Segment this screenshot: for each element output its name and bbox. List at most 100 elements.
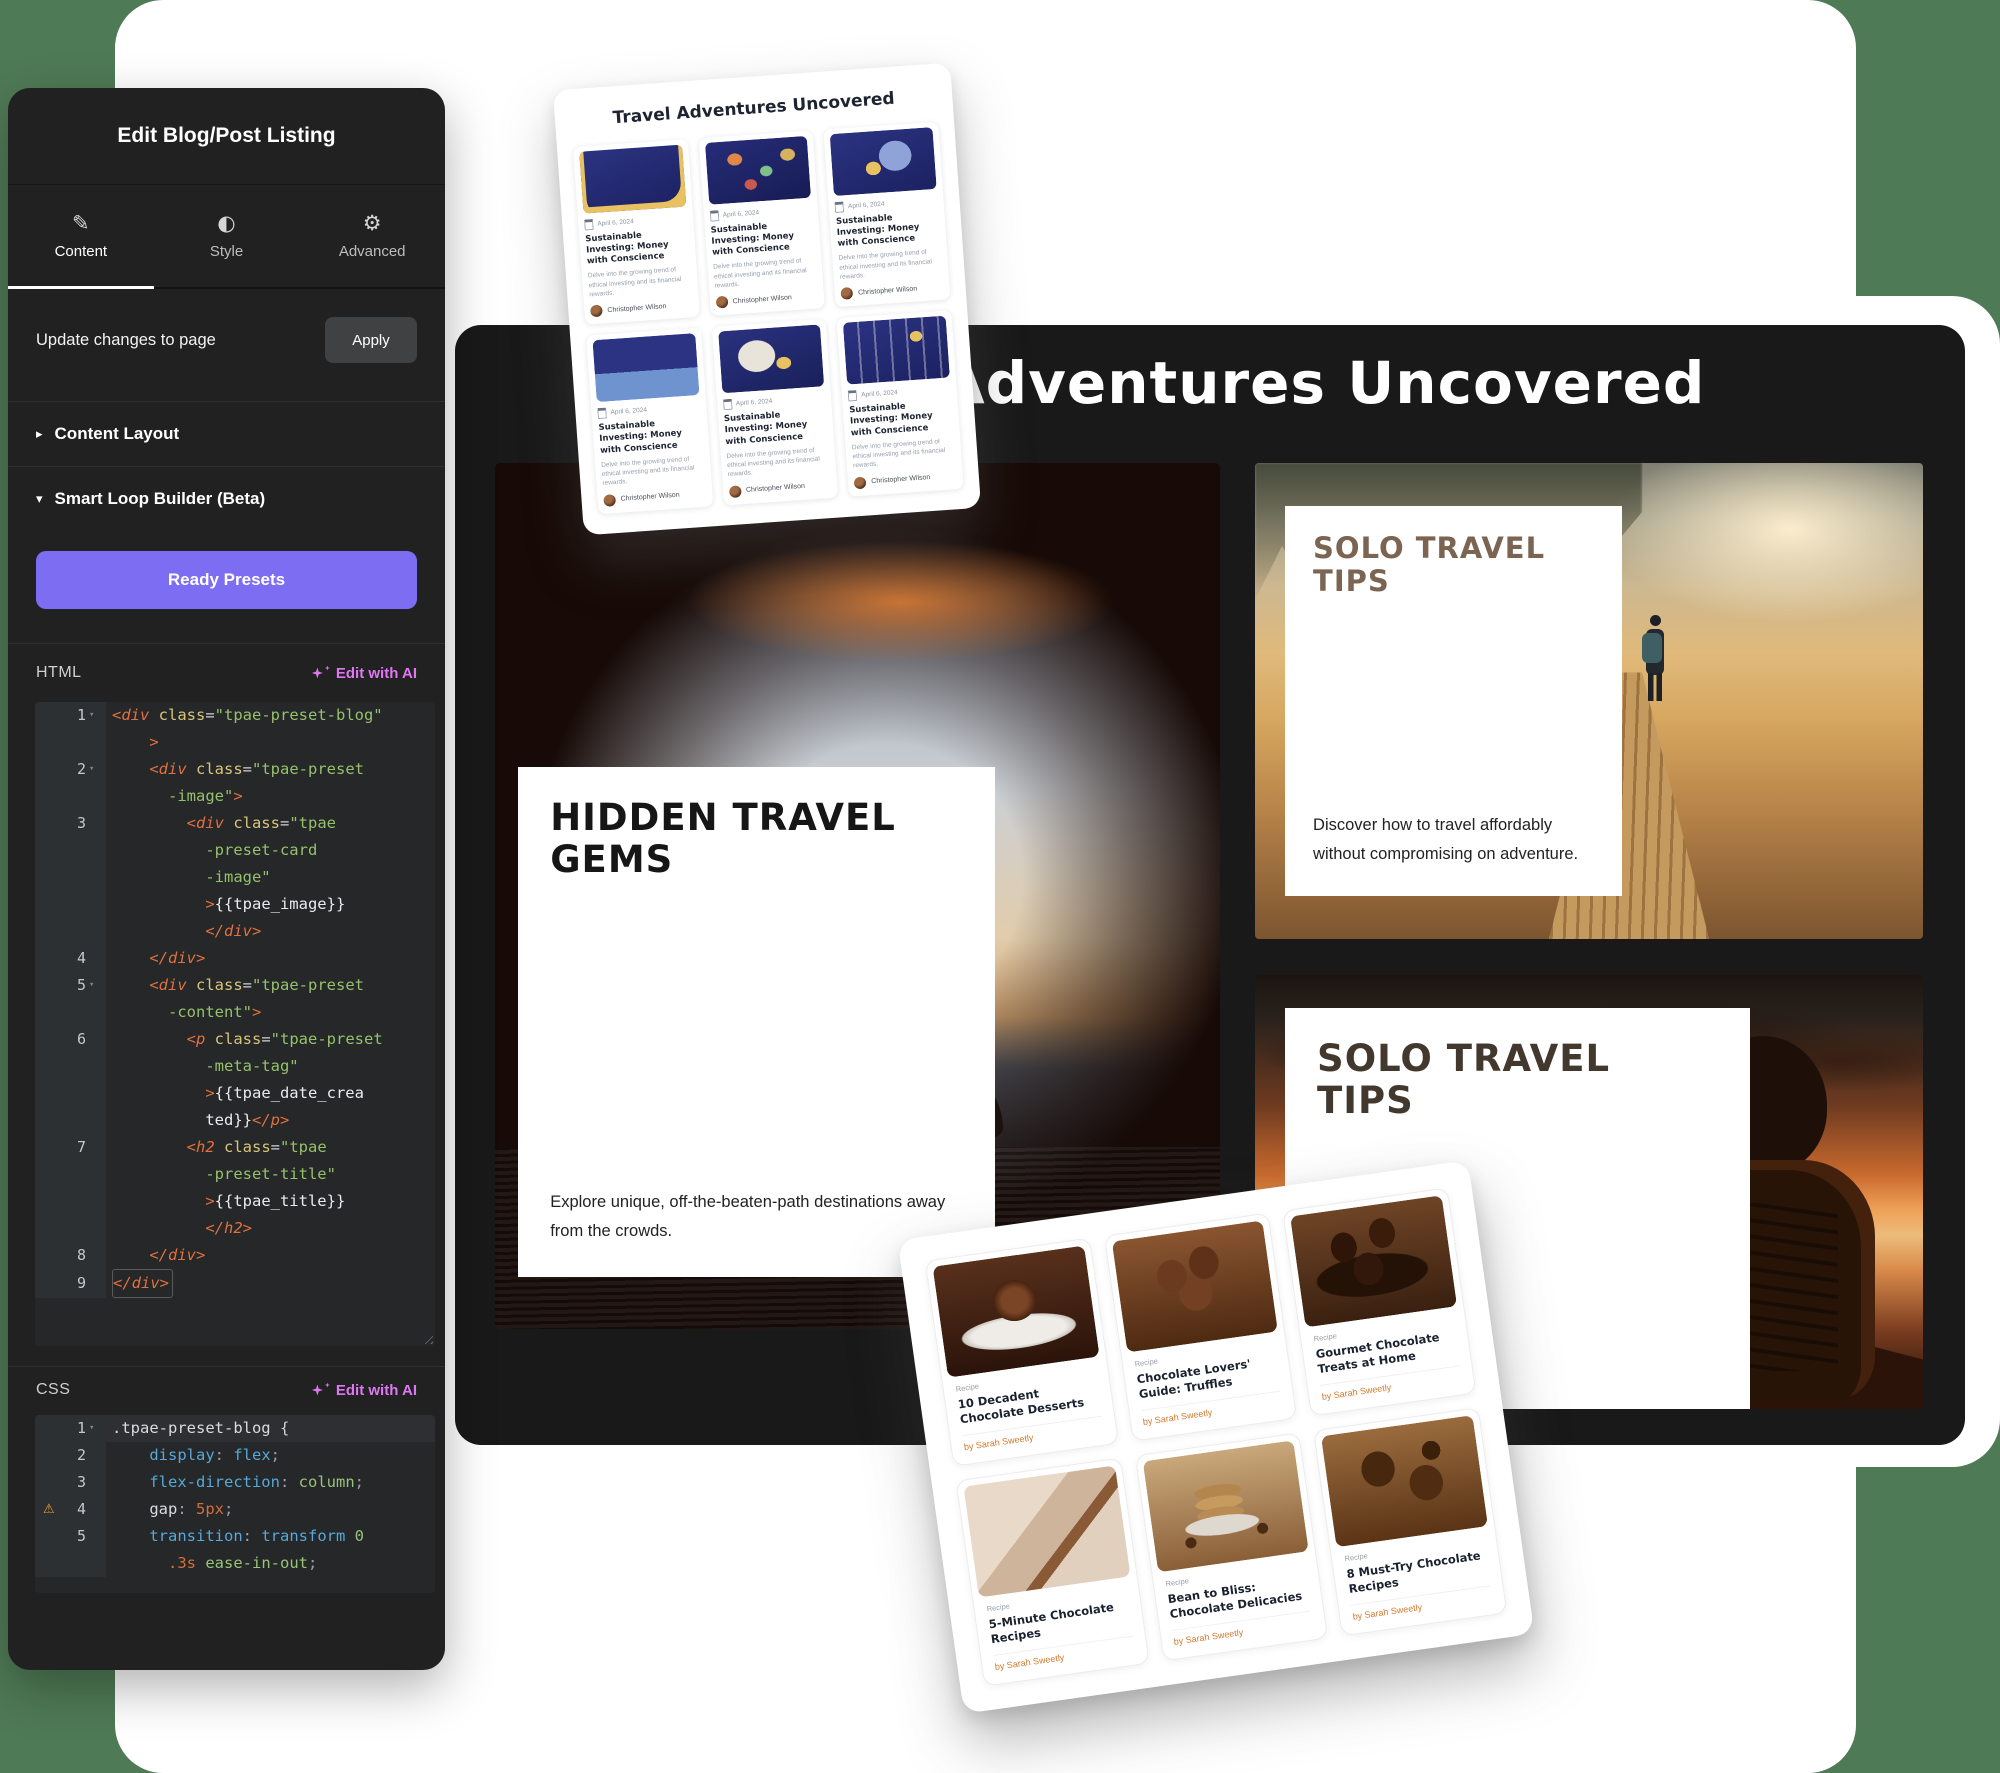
card-overlay: HIDDEN TRAVEL GEMS Explore unique, off-t… <box>518 767 995 1277</box>
code-line[interactable]: 8 </div> <box>35 1242 435 1269</box>
card-title: HIDDEN TRAVEL GEMS <box>550 797 963 882</box>
code-line[interactable]: </div> <box>35 918 435 945</box>
tab-style[interactable]: ◐ Style <box>154 185 300 287</box>
avatar <box>715 296 728 309</box>
section-smart-loop-builder[interactable]: ▾ Smart Loop Builder (Beta) <box>8 467 445 531</box>
code-line[interactable]: 5 transition: transform 0 <box>35 1523 435 1550</box>
list-item[interactable]: April 6, 2024 Sustainable Investing: Mon… <box>573 139 700 325</box>
tab-advanced[interactable]: ⚙ Advanced <box>299 185 445 287</box>
code-line[interactable]: 1▾<div class="tpae-preset-blog" <box>35 702 435 729</box>
code-line[interactable]: >{{tpae_image}} <box>35 891 435 918</box>
card-title: SOLO TRAVEL TIPS <box>1313 532 1594 599</box>
preview-title: Travel Adventures Uncovered <box>570 86 937 131</box>
list-item[interactable]: April 6, 2024 Sustainable Investing: Mon… <box>711 319 838 505</box>
list-item[interactable]: Recipe 5-Minute Chocolate Recipes by Sar… <box>956 1457 1150 1686</box>
contrast-icon: ◐ <box>217 213 235 234</box>
card-description: Explore unique, off-the-beaten-path dest… <box>550 1188 963 1247</box>
code-line[interactable]: </h2> <box>35 1215 435 1242</box>
sparkle-icon <box>325 1383 330 1388</box>
list-item[interactable]: Recipe 10 Decadent Chocolate Desserts by… <box>925 1238 1119 1467</box>
post-author: Christopher Wilson <box>715 290 818 309</box>
ready-presets-button[interactable]: Ready Presets <box>36 551 417 609</box>
code-line[interactable]: ⚠4 gap: 5px; <box>35 1496 435 1523</box>
html-label: HTML <box>36 664 82 682</box>
list-item[interactable]: April 6, 2024 Sustainable Investing: Mon… <box>837 311 964 497</box>
divider <box>8 1366 445 1367</box>
post-author: Christopher Wilson <box>603 488 706 507</box>
fold-icon[interactable]: ▾ <box>89 756 99 783</box>
mini-post-grid: April 6, 2024 Sustainable Investing: Mon… <box>573 122 964 514</box>
list-item[interactable]: Recipe Gourmet Chocolate Treats at Home … <box>1282 1187 1476 1416</box>
blog-card-solo-travel-tips-1[interactable]: SOLO TRAVEL TIPS Discover how to travel … <box>1255 463 1923 939</box>
html-code-editor[interactable]: 1▾<div class="tpae-preset-blog" >2▾ <div… <box>35 702 435 1346</box>
code-line[interactable]: 4 </div> <box>35 945 435 972</box>
post-author: Christopher Wilson <box>854 470 957 489</box>
avatar <box>590 305 603 318</box>
sparkle-icon <box>312 668 323 679</box>
avatar <box>729 485 742 498</box>
list-item[interactable]: April 6, 2024 Sustainable Investing: Mon… <box>824 122 951 308</box>
update-row: Update changes to page Apply <box>36 317 417 363</box>
post-title: Sustainable Investing: Money with Consci… <box>836 210 941 250</box>
card-description: Discover how to travel affordably withou… <box>1313 811 1594 870</box>
code-line[interactable]: 9</div> <box>35 1269 435 1298</box>
post-author: Christopher Wilson <box>729 479 832 498</box>
tab-content[interactable]: ✎ Content <box>8 185 154 287</box>
code-line[interactable]: -meta-tag" <box>35 1053 435 1080</box>
calendar-icon <box>709 210 719 222</box>
post-thumbnail <box>705 136 812 205</box>
code-line[interactable]: -preset-title" <box>35 1161 435 1188</box>
post-author: Christopher Wilson <box>590 299 693 318</box>
fold-icon[interactable]: ▾ <box>89 702 99 729</box>
code-line[interactable]: -image"> <box>35 783 435 810</box>
panel-header: Edit Blog/Post Listing <box>8 88 445 185</box>
code-line[interactable]: 5▾ <div class="tpae-preset <box>35 972 435 999</box>
list-item[interactable]: April 6, 2024 Sustainable Investing: Mon… <box>698 130 825 316</box>
post-title: Sustainable Investing: Money with Consci… <box>724 408 829 448</box>
code-line[interactable]: >{{tpae_date_crea <box>35 1080 435 1107</box>
resize-handle[interactable] <box>421 1332 433 1344</box>
card-title: SOLO TRAVEL TIPS <box>1317 1038 1718 1123</box>
code-line[interactable]: .3s ease-in-out; <box>35 1550 435 1577</box>
sparkle-icon <box>325 666 330 671</box>
post-title: Sustainable Investing: Money with Consci… <box>710 219 815 259</box>
post-excerpt: Delve into the growing trend of ethical … <box>726 445 830 480</box>
code-line[interactable]: ted}}</p> <box>35 1107 435 1134</box>
list-item[interactable]: Recipe 8 Must-Try Chocolate Recipes by S… <box>1313 1407 1507 1636</box>
blog-card-hidden-travel-gems[interactable]: HIDDEN TRAVEL GEMS Explore unique, off-t… <box>495 463 1220 1329</box>
code-line[interactable]: 2▾ <div class="tpae-preset <box>35 756 435 783</box>
post-title: Sustainable Investing: Money with Consci… <box>598 416 703 456</box>
list-item[interactable]: Recipe Chocolate Lovers' Guide: Truffles… <box>1104 1212 1298 1441</box>
post-thumbnail <box>1142 1440 1309 1572</box>
code-line[interactable]: 1▾.tpae-preset-blog { <box>35 1415 435 1442</box>
code-line[interactable]: -image" <box>35 864 435 891</box>
code-line[interactable]: 2 display: flex; <box>35 1442 435 1469</box>
code-line[interactable]: 3 flex-direction: column; <box>35 1469 435 1496</box>
code-line[interactable]: >{{tpae_title}} <box>35 1188 435 1215</box>
list-item[interactable]: April 6, 2024 Sustainable Investing: Mon… <box>586 328 713 514</box>
edit-with-ai-button[interactable]: Edit with AI <box>312 665 417 682</box>
post-thumbnail <box>1111 1220 1278 1352</box>
code-line[interactable]: -content"> <box>35 999 435 1026</box>
code-line[interactable]: > <box>35 729 435 756</box>
post-excerpt: Delve into the growing trend of ethical … <box>713 256 817 291</box>
fold-icon[interactable]: ▾ <box>89 972 99 999</box>
preset-preview-card-bottom[interactable]: Recipe 10 Decadent Chocolate Desserts by… <box>898 1160 1535 1714</box>
avatar <box>841 287 854 300</box>
section-content-layout[interactable]: ▸ Content Layout <box>8 402 445 466</box>
post-thumbnail <box>933 1246 1100 1378</box>
code-line[interactable]: 6 <p class="tpae-preset <box>35 1026 435 1053</box>
apply-button[interactable]: Apply <box>325 317 417 363</box>
html-editor-header: HTML Edit with AI <box>36 664 417 682</box>
list-item[interactable]: Recipe Bean to Bliss: Chocolate Delicaci… <box>1134 1432 1328 1661</box>
code-line[interactable]: -preset-card <box>35 837 435 864</box>
code-line[interactable]: 7 <h2 class="tpae <box>35 1134 435 1161</box>
preset-preview-card-top[interactable]: Travel Adventures Uncovered April 6, 202… <box>553 63 981 536</box>
calendar-icon <box>835 201 845 213</box>
post-thumbnail <box>579 145 686 214</box>
fold-icon[interactable]: ▾ <box>89 1415 99 1442</box>
css-code-editor[interactable]: 1▾.tpae-preset-blog {2 display: flex;3 f… <box>35 1415 435 1593</box>
code-line[interactable]: 3 <div class="tpae <box>35 810 435 837</box>
post-thumbnail <box>718 325 825 394</box>
edit-with-ai-button[interactable]: Edit with AI <box>312 1382 417 1399</box>
